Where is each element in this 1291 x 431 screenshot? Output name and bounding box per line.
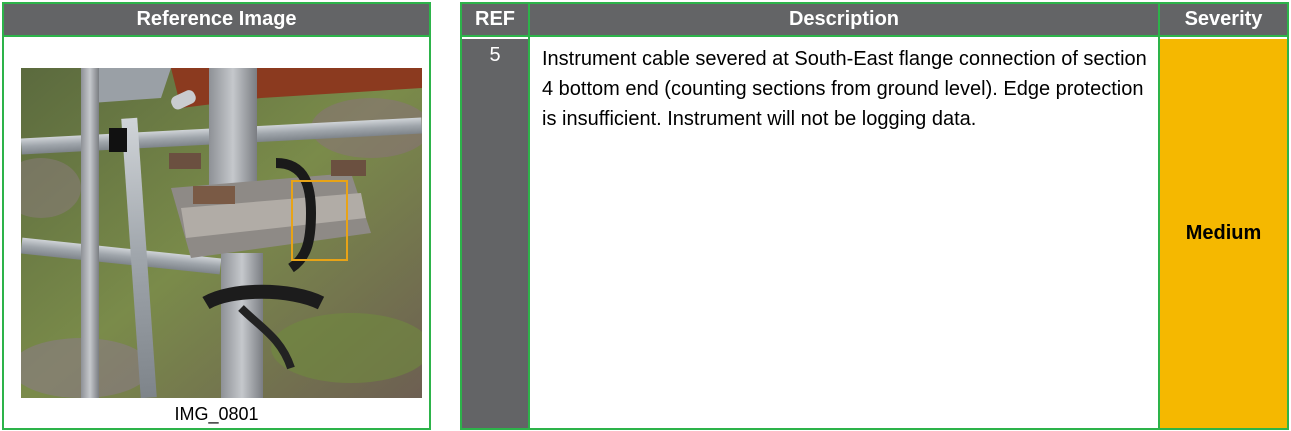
description-header: Description	[530, 4, 1158, 37]
findings-table: REF 5 Description Instrument cable sever…	[460, 2, 1289, 430]
severity-column: Severity Medium	[1160, 4, 1287, 428]
severity-badge: Medium	[1160, 39, 1287, 428]
ref-column: REF 5	[462, 4, 530, 428]
reference-photo	[21, 68, 422, 398]
severity-value: Medium	[1185, 222, 1262, 244]
reference-image-header: Reference Image	[4, 4, 429, 37]
description-text: Instrument cable severed at South-East f…	[542, 48, 1147, 130]
severity-header: Severity	[1160, 4, 1287, 37]
ref-value: 5	[462, 39, 528, 428]
ref-header: REF	[462, 4, 528, 37]
reference-image-panel: Reference Image IMG_0801	[2, 2, 431, 430]
description-column: Description Instrument cable severed at …	[530, 4, 1160, 428]
image-caption: IMG_0801	[174, 404, 259, 424]
